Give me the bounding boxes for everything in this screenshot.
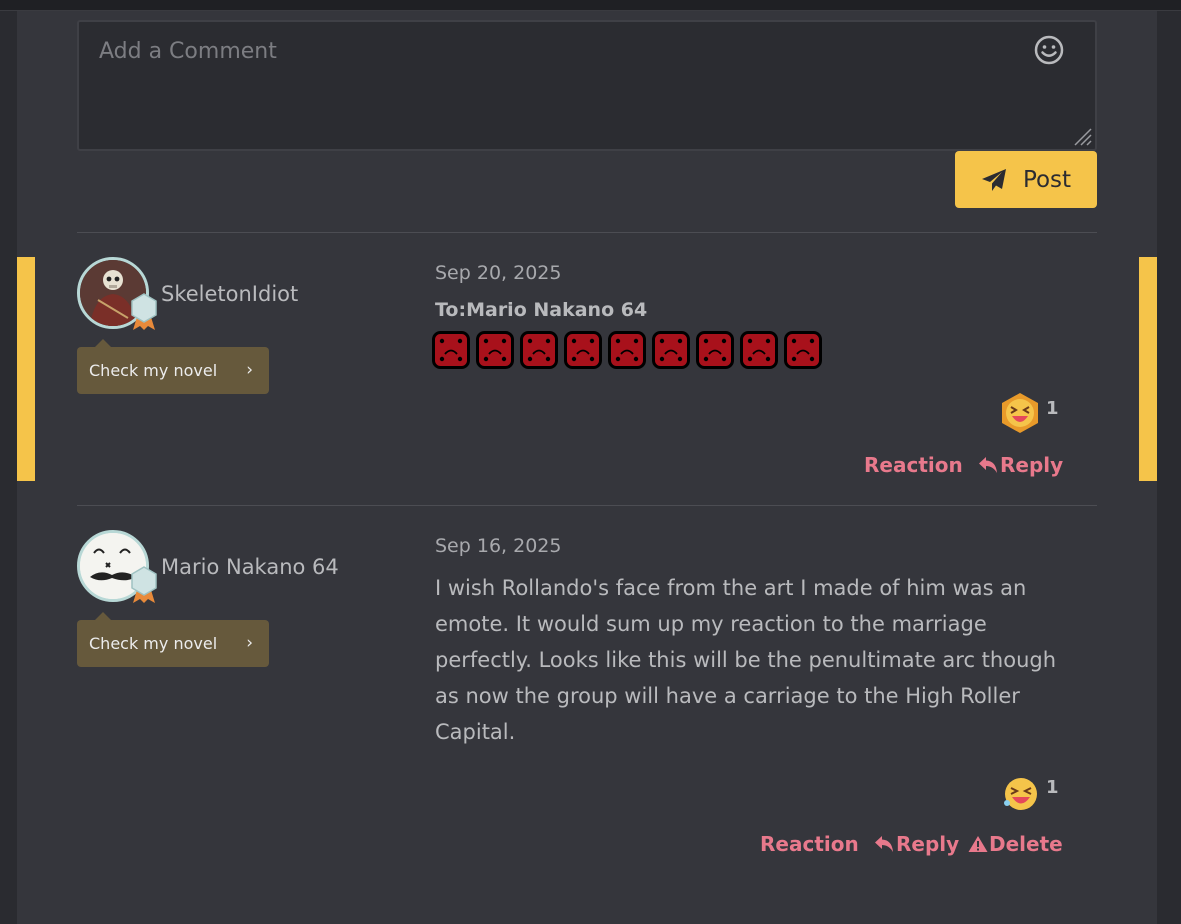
reaction-count: 1 (1046, 777, 1059, 798)
reply-arrow-icon (979, 457, 997, 473)
reaction-button[interactable]: Reaction (864, 453, 963, 477)
laughing-emoji-icon[interactable] (1001, 773, 1041, 815)
chevron-right-icon: › (246, 633, 253, 653)
reply-arrow-icon (875, 836, 893, 852)
post-label: Post (1022, 166, 1072, 193)
paper-plane-icon (981, 168, 1006, 191)
check-novel-button[interactable]: Check my novel › (77, 612, 269, 667)
highlight-bar-left (17, 257, 35, 481)
comment-date: Sep 20, 2025 (435, 262, 562, 284)
check-novel-label: Check my novel (89, 361, 218, 380)
reply-button[interactable]: Reply (874, 832, 959, 856)
divider (77, 505, 1097, 506)
comment-input[interactable]: Add a Comment (77, 20, 1097, 151)
sad-dice-emote-icon (564, 331, 602, 369)
sad-dice-emote-icon (652, 331, 690, 369)
smiley-icon[interactable] (1033, 34, 1065, 66)
sad-dice-emote-icon (520, 331, 558, 369)
sad-dice-emote-icon (476, 331, 514, 369)
reply-to-label: To:Mario Nakano 64 (435, 299, 648, 321)
top-bar (0, 0, 1181, 11)
check-novel-label: Check my novel (89, 634, 218, 653)
reaction-button[interactable]: Reaction (760, 832, 859, 856)
username[interactable]: SkeletonIdiot (161, 282, 298, 306)
emote-row (432, 331, 822, 369)
rank-badge-icon (131, 566, 157, 603)
comment-placeholder: Add a Comment (99, 39, 277, 64)
reply-label: Reply (896, 832, 960, 856)
reaction-count: 1 (1046, 398, 1059, 419)
delete-label: Delete (989, 832, 1063, 856)
sad-dice-emote-icon (608, 331, 646, 369)
warning-icon (968, 836, 988, 852)
comment-body: I wish Rollando's face from the art I ma… (435, 576, 1057, 744)
divider (77, 232, 1097, 233)
highlight-bar-right (1139, 257, 1157, 481)
reply-button[interactable]: Reply (978, 453, 1063, 477)
sad-dice-emote-icon (696, 331, 734, 369)
post-button[interactable]: Post (955, 151, 1097, 208)
chevron-right-icon: › (246, 360, 253, 380)
sad-dice-emote-icon (740, 331, 778, 369)
check-novel-button[interactable]: Check my novel › (77, 339, 269, 394)
sad-dice-emote-icon (784, 331, 822, 369)
resize-handle-icon[interactable] (1071, 125, 1093, 147)
rank-badge-icon (131, 293, 157, 330)
comment-date: Sep 16, 2025 (435, 535, 562, 557)
delete-button[interactable]: Delete (968, 832, 1063, 856)
reply-label: Reply (1000, 453, 1064, 477)
username[interactable]: Mario Nakano 64 (161, 555, 339, 579)
sad-dice-emote-icon (432, 331, 470, 369)
laughing-emoji-icon[interactable] (1000, 392, 1040, 434)
